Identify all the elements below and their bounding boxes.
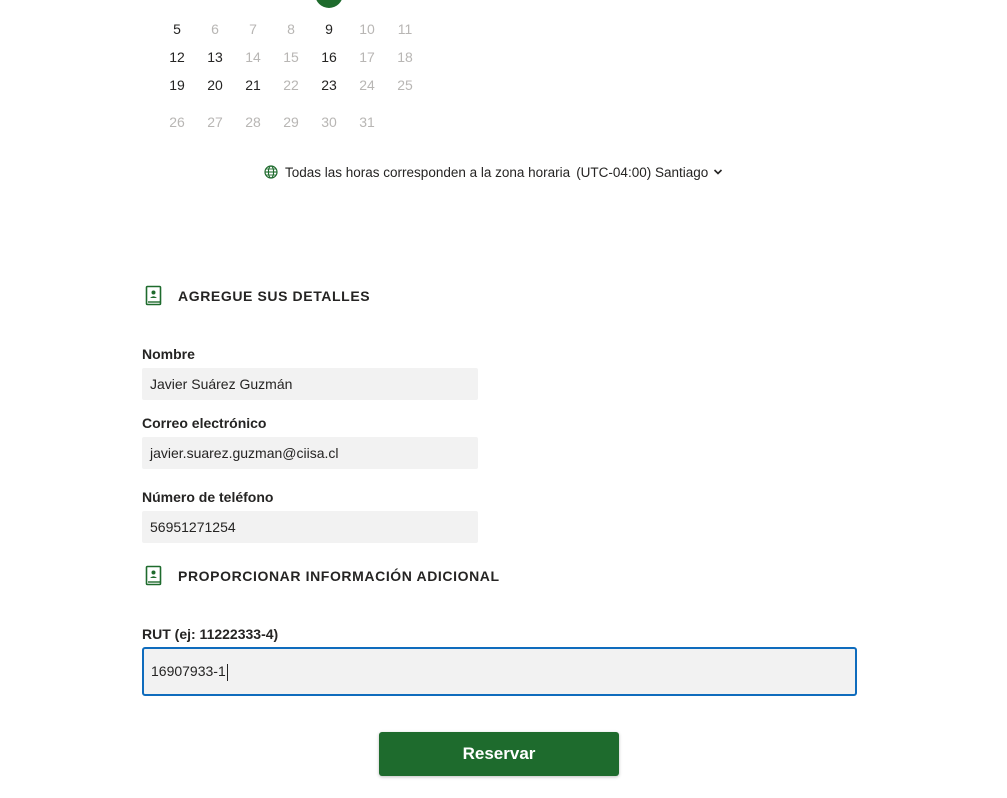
calendar-week-row: 5 6 7 8 9 10 11 xyxy=(158,15,424,43)
calendar-day-18: 18 xyxy=(386,43,424,71)
rut-label: RUT (ej: 11222333-4) xyxy=(142,626,279,642)
calendar-day-number: 2 xyxy=(325,0,333,2)
details-section-header: AGREGUE SUS DETALLES xyxy=(145,285,370,307)
calendar-empty-cell xyxy=(196,0,234,8)
calendar-week-row: 19 20 21 22 23 24 25 xyxy=(158,71,424,99)
calendar-empty-cell xyxy=(386,108,424,136)
additional-section-header: PROPORCIONAR INFORMACIÓN ADICIONAL xyxy=(145,565,500,587)
rut-field[interactable]: 16907933-1 xyxy=(142,647,857,696)
email-label: Correo electrónico xyxy=(142,415,267,431)
booking-page: 1234567891011121314151617181920212223242… xyxy=(0,0,1007,798)
calendar-day-27: 27 xyxy=(196,108,234,136)
timezone-value[interactable]: (UTC-04:00) Santiago xyxy=(576,165,708,180)
calendar-day-number: 24 xyxy=(359,77,375,93)
calendar-day-number: 13 xyxy=(207,49,223,65)
name-label: Nombre xyxy=(142,346,195,362)
calendar-day-3: 3 xyxy=(348,0,386,8)
calendar-day-number: 6 xyxy=(211,21,219,37)
calendar-empty-cell xyxy=(158,0,196,8)
calendar-day-21[interactable]: 21 xyxy=(234,71,272,99)
calendar-day-number: 31 xyxy=(359,114,375,130)
calendar-week-row: 12 13 14 15 16 17 18 xyxy=(158,43,424,71)
calendar-day-5[interactable]: 5 xyxy=(158,15,196,43)
calendar-day-10: 10 xyxy=(348,15,386,43)
contact-book-icon xyxy=(145,565,163,587)
calendar-day-28: 28 xyxy=(234,108,272,136)
calendar-day-4: 4 xyxy=(386,0,424,8)
calendar-day-9[interactable]: 9 xyxy=(310,15,348,43)
rut-field-value: 16907933-1 xyxy=(151,663,226,679)
calendar-day-number: 10 xyxy=(359,21,375,37)
calendar-day-number: 23 xyxy=(321,77,337,93)
calendar-day-20[interactable]: 20 xyxy=(196,71,234,99)
calendar-day-14: 14 xyxy=(234,43,272,71)
calendar-day-12[interactable]: 12 xyxy=(158,43,196,71)
calendar-day-number: 28 xyxy=(245,114,261,130)
contact-book-icon xyxy=(145,285,163,307)
calendar-day-6: 6 xyxy=(196,15,234,43)
phone-label: Número de teléfono xyxy=(142,489,274,505)
calendar-day-19[interactable]: 19 xyxy=(158,71,196,99)
calendar-day-number: 9 xyxy=(325,21,333,37)
calendar-day-15: 15 xyxy=(272,43,310,71)
name-field[interactable]: Javier Suárez Guzmán xyxy=(142,368,478,400)
calendar-day-number: 17 xyxy=(359,49,375,65)
email-field[interactable]: javier.suarez.guzman@ciisa.cl xyxy=(142,437,478,469)
calendar-week-row: 1 2 3 4 xyxy=(158,0,424,8)
details-section-title: AGREGUE SUS DETALLES xyxy=(178,288,371,304)
calendar-day-number: 5 xyxy=(173,21,181,37)
calendar-day-number: 12 xyxy=(169,49,185,65)
calendar-day-11: 11 xyxy=(386,15,424,43)
chevron-down-icon[interactable] xyxy=(713,168,723,176)
calendar-week-row: 26 27 28 29 30 31 xyxy=(158,108,424,136)
calendar-empty-cell xyxy=(234,0,272,8)
calendar-day-number: 4 xyxy=(401,0,409,2)
calendar-day-number: 18 xyxy=(397,49,413,65)
calendar-day-2[interactable]: 2 xyxy=(310,0,348,8)
calendar-day-30: 30 xyxy=(310,108,348,136)
calendar-day-22: 22 xyxy=(272,71,310,99)
calendar-day-number: 16 xyxy=(321,49,337,65)
calendar-day-number: 30 xyxy=(321,114,337,130)
calendar-day-number: 3 xyxy=(363,0,371,2)
calendar-day-number: 7 xyxy=(249,21,257,37)
calendar-day-number: 20 xyxy=(207,77,223,93)
calendar-day-24: 24 xyxy=(348,71,386,99)
timezone-selector[interactable]: Todas las horas corresponden a la zona h… xyxy=(264,163,723,181)
calendar-day-number: 19 xyxy=(169,77,185,93)
calendar-day-16[interactable]: 16 xyxy=(310,43,348,71)
calendar-day-7: 7 xyxy=(234,15,272,43)
calendar-day-23[interactable]: 23 xyxy=(310,71,348,99)
calendar-day-number: 29 xyxy=(283,114,299,130)
calendar-day-number: 1 xyxy=(287,0,295,2)
calendar-day-number: 8 xyxy=(287,21,295,37)
globe-icon xyxy=(264,165,278,179)
calendar-day-29: 29 xyxy=(272,108,310,136)
calendar-day-31: 31 xyxy=(348,108,386,136)
phone-field[interactable]: 56951271254 xyxy=(142,511,478,543)
calendar-day-26: 26 xyxy=(158,108,196,136)
calendar-day-25: 25 xyxy=(386,71,424,99)
timezone-text: Todas las horas corresponden a la zona h… xyxy=(285,164,571,180)
calendar-day-number: 21 xyxy=(245,77,261,93)
calendar-day-number: 15 xyxy=(283,49,299,65)
calendar-day-number: 22 xyxy=(283,77,299,93)
calendar-day-number: 11 xyxy=(397,21,413,37)
additional-section-title: PROPORCIONAR INFORMACIÓN ADICIONAL xyxy=(178,568,500,584)
calendar-day-13[interactable]: 13 xyxy=(196,43,234,71)
calendar-day-1: 1 xyxy=(272,0,310,8)
text-caret xyxy=(226,663,228,681)
calendar-day-number: 26 xyxy=(169,114,185,130)
calendar-day-number: 27 xyxy=(207,114,223,130)
reserve-button[interactable]: Reservar xyxy=(379,732,619,776)
calendar-day-17: 17 xyxy=(348,43,386,71)
calendar-day-number: 25 xyxy=(397,77,413,93)
calendar-day-8: 8 xyxy=(272,15,310,43)
calendar-day-number: 14 xyxy=(245,49,261,65)
